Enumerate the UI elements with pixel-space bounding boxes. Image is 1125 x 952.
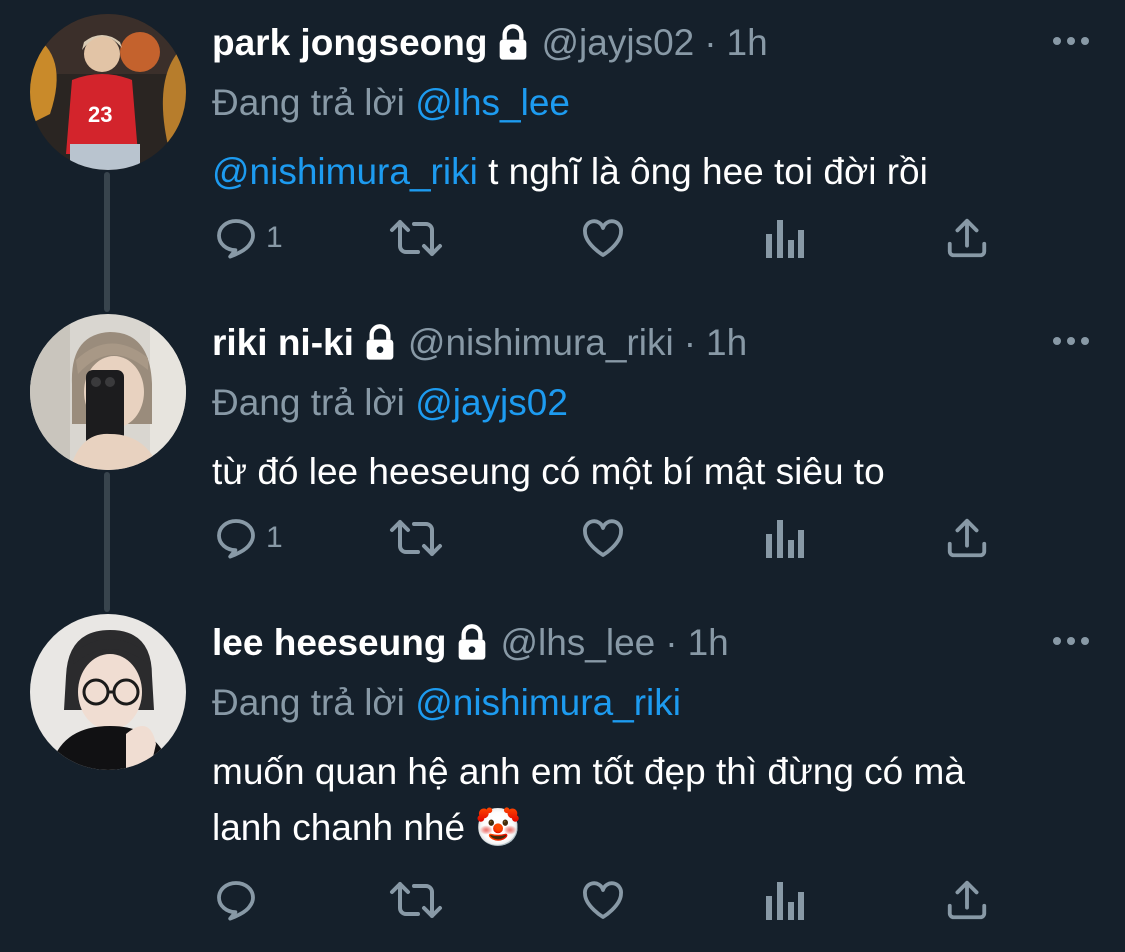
tweet[interactable]: lee heeseung @lhs_lee · 1h Đang trả lời … (0, 614, 1125, 944)
more-icon[interactable] (1051, 328, 1091, 354)
reply-button[interactable]: 1 (212, 508, 283, 568)
reply-icon (212, 876, 260, 924)
lock-icon (452, 623, 492, 663)
body-text: t nghĩ là ông hee toi đời rồi (477, 151, 928, 192)
timestamp[interactable]: 1h (706, 322, 747, 364)
replying-mention[interactable]: @lhs_lee (415, 82, 570, 123)
tweet-actions: 1 (212, 508, 1012, 568)
retweet-button[interactable] (388, 208, 444, 268)
views-button[interactable] (764, 870, 804, 930)
tweet-header: lee heeseung @lhs_lee · 1h (212, 620, 1025, 666)
like-icon (578, 876, 628, 924)
avatar[interactable] (30, 614, 186, 770)
retweet-icon (388, 514, 444, 562)
share-button[interactable] (944, 870, 990, 930)
tweet-text: muốn quan hệ anh em tốt đẹp thì đừng có … (212, 744, 965, 856)
like-icon (578, 214, 628, 262)
tweet[interactable]: 23 park jongseong @jayjs02 · 1h Đang trả… (0, 14, 1125, 304)
reply-icon (212, 214, 260, 262)
user-handle[interactable]: @jayjs02 (541, 22, 694, 64)
separator-dot: · (704, 22, 717, 63)
views-icon (764, 214, 804, 262)
tweet[interactable]: riki ni-ki @nishimura_riki · 1h Đang trả… (0, 314, 1125, 604)
reply-button[interactable] (212, 870, 266, 930)
replying-prefix: Đang trả lời (212, 82, 405, 123)
more-icon[interactable] (1051, 28, 1091, 54)
views-icon (764, 514, 804, 562)
display-name[interactable]: riki ni-ki (212, 322, 354, 364)
like-button[interactable] (578, 870, 628, 930)
reply-count: 1 (266, 221, 283, 254)
replying-to: Đang trả lời @nishimura_riki (212, 682, 681, 724)
views-icon (764, 876, 804, 924)
replying-to: Đang trả lời @jayjs02 (212, 382, 568, 424)
user-handle[interactable]: @lhs_lee (500, 622, 655, 664)
tweet-text: @nishimura_riki t nghĩ là ông hee toi đờ… (212, 144, 928, 200)
like-button[interactable] (578, 208, 628, 268)
share-button[interactable] (944, 208, 990, 268)
separator-dot: · (683, 322, 697, 363)
user-handle[interactable]: @nishimura_riki (408, 322, 674, 364)
retweet-icon (388, 214, 444, 262)
reply-icon (212, 514, 260, 562)
retweet-button[interactable] (388, 870, 444, 930)
display-name[interactable]: park jongseong (212, 22, 487, 64)
share-icon (944, 514, 990, 562)
tweet-header: park jongseong @jayjs02 · 1h (212, 20, 1025, 66)
share-icon (944, 214, 990, 262)
replying-mention[interactable]: @nishimura_riki (415, 682, 681, 723)
replying-to: Đang trả lời @lhs_lee (212, 82, 570, 124)
display-name[interactable]: lee heeseung (212, 622, 446, 664)
tweet-text-line: từ đó lee heeseung có một bí mật siêu to (212, 451, 885, 492)
replying-prefix: Đang trả lời (212, 682, 405, 723)
avatar[interactable] (30, 314, 186, 470)
like-icon (578, 514, 628, 562)
body-mention[interactable]: @nishimura_riki (212, 151, 478, 192)
tweet-actions (212, 870, 1012, 930)
tweet-header: riki ni-ki @nishimura_riki · 1h (212, 320, 1025, 366)
tweet-actions: 1 (212, 208, 1012, 268)
lock-icon (360, 323, 400, 363)
more-icon[interactable] (1051, 628, 1091, 654)
lock-icon (493, 23, 533, 63)
timestamp[interactable]: 1h (727, 22, 768, 64)
views-button[interactable] (764, 508, 804, 568)
timestamp[interactable]: 1h (688, 622, 729, 664)
tweet-text: từ đó lee heeseung có một bí mật siêu to (212, 444, 885, 500)
tweet-text-line: lanh chanh nhé 🤡 (212, 807, 522, 848)
retweet-icon (388, 876, 444, 924)
reply-button[interactable]: 1 (212, 208, 283, 268)
replying-prefix: Đang trả lời (212, 382, 405, 423)
retweet-button[interactable] (388, 508, 444, 568)
share-icon (944, 876, 990, 924)
avatar[interactable]: 23 (30, 14, 186, 170)
views-button[interactable] (764, 208, 804, 268)
tweet-text-line: @nishimura_riki t nghĩ là ông hee toi đờ… (212, 144, 928, 200)
tweet-text-line: muốn quan hệ anh em tốt đẹp thì đừng có … (212, 751, 965, 792)
reply-count: 1 (266, 521, 283, 554)
svg-text:23: 23 (88, 102, 112, 127)
share-button[interactable] (944, 508, 990, 568)
replying-mention[interactable]: @jayjs02 (415, 382, 568, 423)
separator-dot: · (665, 622, 678, 663)
like-button[interactable] (578, 508, 628, 568)
